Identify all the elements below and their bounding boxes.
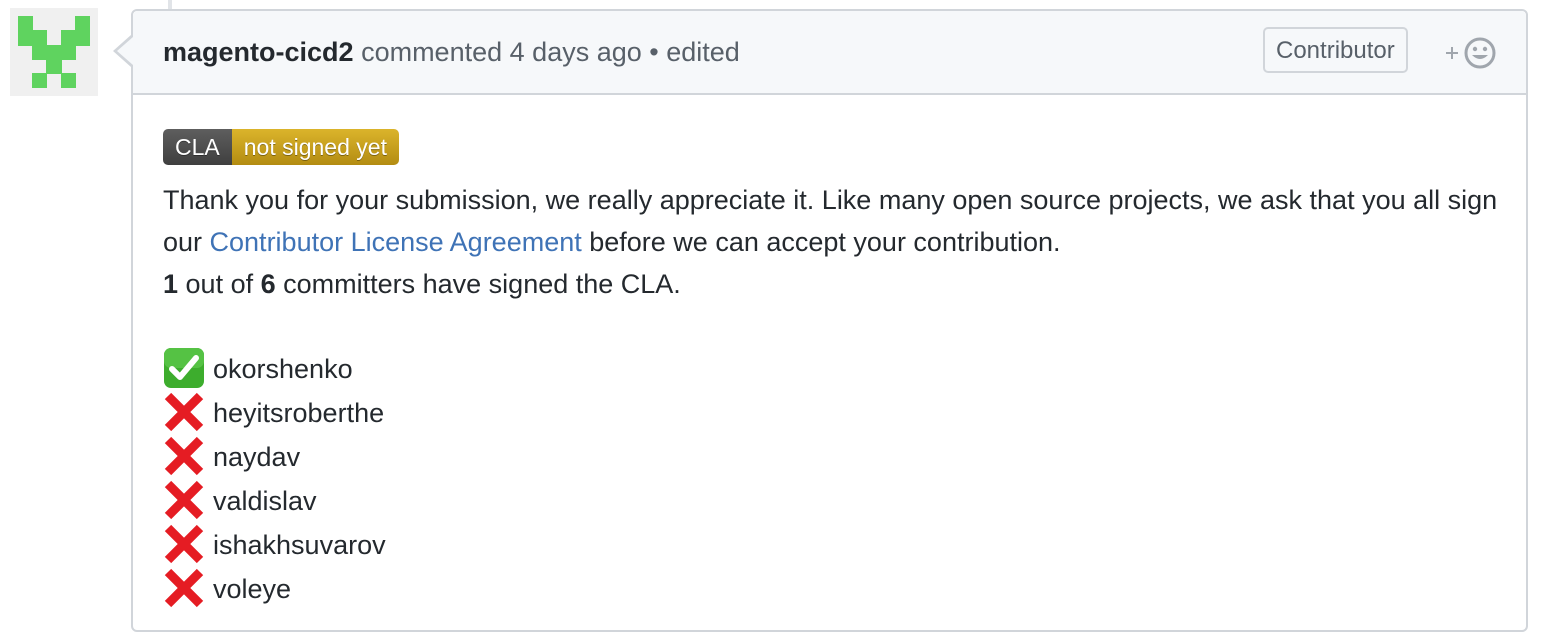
committer-name: heyitsroberthe (213, 398, 385, 428)
cla-badge-label: CLA (163, 129, 232, 165)
comment-arrow-fill (117, 37, 133, 65)
comment-header: magento-cicd2 commented 4 days ago • edi… (133, 11, 1526, 95)
cla-status-badge[interactable]: CLA not signed yet (163, 129, 399, 165)
edited-link[interactable]: edited (666, 37, 740, 67)
role-badge: Contributor (1263, 27, 1408, 73)
committer-item: voleye (163, 567, 1503, 611)
cross-icon (163, 479, 207, 523)
cla-link[interactable]: Contributor License Agreement (210, 227, 582, 257)
committer-name: okorshenko (213, 354, 353, 384)
author-link[interactable]: magento-cicd2 (163, 37, 354, 67)
out-of-text: out of (178, 269, 261, 299)
committer-name: naydav (213, 442, 301, 472)
cross-icon (163, 523, 207, 567)
cla-badge-status: not signed yet (231, 129, 399, 165)
cross-icon (163, 435, 207, 479)
paragraph-text-2: before we can accept your contribution. (581, 227, 1061, 257)
identicon-icon (10, 8, 98, 96)
cross-icon (163, 391, 207, 435)
comment-box: magento-cicd2 commented 4 days ago • edi… (113, 9, 1528, 632)
action-text: commented (361, 37, 503, 67)
committer-item: ishakhsuvarov (163, 523, 1503, 567)
cross-icon (163, 567, 207, 611)
committer-item: naydav (163, 435, 1503, 479)
thank-you-paragraph: Thank you for your submission, we really… (163, 179, 1503, 263)
signed-count-line: 1 out of 6 committers have signed the CL… (163, 263, 1503, 305)
check-icon (163, 347, 207, 391)
comment-body: CLA not signed yet Thank you for your su… (163, 125, 1503, 611)
smiley-add-icon (1446, 37, 1496, 69)
committer-item: okorshenko (163, 347, 1503, 391)
total-count: 6 (260, 269, 276, 299)
committer-name: voleye (213, 574, 292, 604)
separator: • (649, 37, 659, 67)
add-reaction-button[interactable] (1443, 35, 1503, 71)
committer-name: valdislav (213, 486, 317, 516)
comment-meta: magento-cicd2 commented 4 days ago • edi… (163, 37, 740, 68)
signed-count: 1 (163, 269, 179, 299)
timestamp-link[interactable]: 4 days ago (510, 37, 642, 67)
committer-item: heyitsroberthe (163, 391, 1503, 435)
avatar[interactable] (10, 8, 98, 96)
committer-list: okorshenko heyitsroberthe naydav valdisl… (163, 347, 1503, 611)
committer-name: ishakhsuvarov (213, 530, 386, 560)
committer-item: valdislav (163, 479, 1503, 523)
committers-text: committers have signed the CLA. (275, 269, 681, 299)
